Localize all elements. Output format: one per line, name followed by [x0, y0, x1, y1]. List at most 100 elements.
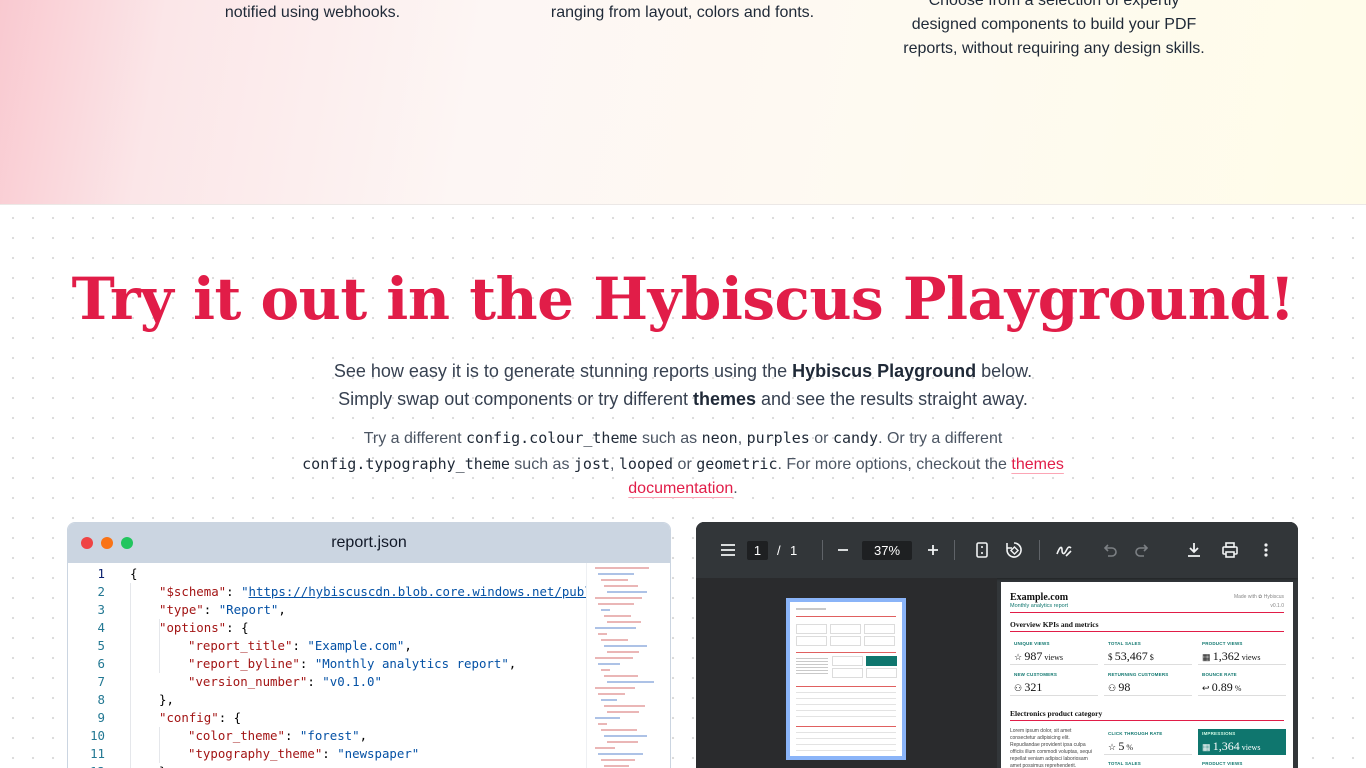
feature-components-text: Choose from a selection of expertly desi…: [903, 0, 1205, 57]
code-editor[interactable]: 1{2 "$schema": "https://hybiscuscdn.blob.…: [68, 563, 670, 768]
code-line[interactable]: 1{: [68, 565, 588, 583]
kpi-icon: ☆: [1014, 652, 1025, 662]
line-number: 2: [97, 584, 105, 599]
redo-icon[interactable]: [1132, 540, 1152, 560]
subtitle-text: See how easy it is to generate stunning …: [333, 361, 793, 381]
page-total: 1: [790, 543, 798, 558]
page-number-input[interactable]: 1: [747, 541, 768, 560]
code-line[interactable]: 7 "version_number": "v0.1.0": [68, 673, 588, 691]
minimap-line: [601, 609, 610, 611]
pdf-kpi-card: NEW CUSTOMERS ⚇ 321: [1010, 670, 1098, 696]
page-thumbnail[interactable]: [786, 598, 906, 760]
kpi-label: RETURNING CUSTOMERS: [1108, 672, 1169, 677]
annotate-icon[interactable]: [1054, 540, 1074, 560]
thumb-kpi-highlight: [866, 656, 897, 666]
playground-subtitle-1: See how easy it is to generate stunning …: [0, 357, 1366, 385]
thumb-kpi: [832, 656, 863, 666]
thumb-text: [796, 664, 828, 665]
subtitle-text: Simply swap out components or try differ…: [338, 389, 693, 409]
thumb-kpi: [796, 624, 827, 634]
rotate-icon[interactable]: [1004, 540, 1024, 560]
code-line[interactable]: 4 "options": {: [68, 619, 588, 637]
minimap-line: [604, 765, 630, 767]
pdf-kpi-card: TOTAL SALES: [1104, 759, 1192, 768]
kpi-number: 1,364: [1212, 739, 1240, 753]
code-line[interactable]: 3 "type": "Report",: [68, 601, 588, 619]
tip-text: . For more options, checkout the: [777, 455, 1012, 473]
code-text: "report_byline": "Monthly analytics repo…: [188, 656, 517, 671]
plus-icon[interactable]: [923, 540, 943, 560]
print-icon[interactable]: [1220, 540, 1240, 560]
code-line[interactable]: 8},: [68, 691, 588, 709]
thumb-rule: [796, 726, 896, 727]
kpi-value: ▦ 1,364 views: [1202, 739, 1260, 754]
code-text: "color_theme": "forest",: [188, 728, 368, 743]
kpi-unit: views: [1239, 653, 1261, 662]
pdf-kpi-card: PRODUCT VIEWS ▦ 1,362 views: [1198, 639, 1286, 665]
fit-page-icon[interactable]: [972, 540, 992, 560]
more-vert-icon[interactable]: [1256, 540, 1276, 560]
thumb-kpi: [866, 668, 897, 678]
thumb-text: [796, 658, 828, 659]
minimap-line: [604, 675, 639, 677]
code-line[interactable]: 11 "typography_theme": "newspaper": [68, 745, 588, 763]
code-line[interactable]: 6 "report_byline": "Monthly analytics rep…: [68, 655, 588, 673]
kpi-unit: views: [1239, 743, 1261, 752]
pdf-made-with: Made with ✿ Hybiscus: [1233, 594, 1284, 600]
subtitle-text: below.: [976, 361, 1033, 381]
kpi-unit: %: [1124, 743, 1133, 752]
kpi-value: ⚇ 321: [1014, 680, 1042, 695]
code-line[interactable]: 10 "color_theme": "forest",: [68, 727, 588, 745]
pdf-kpi-card: UNIQUE VIEWS ☆ 987 views: [1010, 639, 1098, 665]
code-line[interactable]: 12},: [68, 763, 588, 768]
code-line[interactable]: 9 "config": {: [68, 709, 588, 727]
thumb-kpi: [830, 636, 861, 646]
tip-code: config.colour_theme: [465, 429, 638, 447]
kpi-label: PRODUCT VIEWS: [1202, 641, 1243, 646]
kpi-icon: ▦: [1202, 652, 1213, 662]
kpi-value: ⚇ 98: [1108, 680, 1130, 695]
pdf-kpi-card: CLICK THROUGH RATE ☆ 5 %: [1104, 729, 1192, 755]
feature-customisation-text: ranging from layout, colors and fonts.: [550, 4, 815, 21]
minimap-line: [598, 693, 625, 695]
thumb-table-row: [796, 692, 896, 693]
minimap-line: [604, 645, 648, 647]
line-number: 5: [97, 638, 105, 653]
kpi-value: ☆ 987 views: [1014, 649, 1063, 664]
zoom-level-input[interactable]: 37%: [862, 541, 912, 560]
code-text: "type": "Report",: [159, 602, 286, 617]
editor-minimap[interactable]: [586, 563, 670, 768]
toolbar-divider: [822, 540, 823, 560]
thumb-table-row: [796, 750, 896, 751]
thumb-table-row: [796, 698, 896, 699]
tip-text: such as: [637, 430, 702, 447]
thumb-table-row: [796, 744, 896, 745]
kpi-label: TOTAL SALES: [1108, 761, 1141, 766]
thumb-title: [796, 608, 826, 610]
kpi-value: $ 53,467 $: [1108, 649, 1154, 664]
download-icon[interactable]: [1184, 540, 1204, 560]
menu-icon[interactable]: [718, 540, 738, 560]
pdf-section-heading: Electronics product category: [1010, 709, 1103, 718]
kpi-label: UNIQUE VIEWS: [1014, 641, 1050, 646]
toolbar-divider: [954, 540, 955, 560]
tip-code: looped: [618, 454, 674, 473]
kpi-label: NEW CUSTOMERS: [1014, 672, 1058, 677]
code-text: "options": {: [159, 620, 249, 635]
pdf-kpi-card: BOUNCE RATE ↩ 0.89 %: [1198, 670, 1286, 696]
code-lines[interactable]: 1{2 "$schema": "https://hybiscuscdn.blob.…: [68, 563, 600, 768]
pdf-kpi-card: RETURNING CUSTOMERS ⚇ 98: [1104, 670, 1192, 696]
code-text: {: [130, 566, 138, 581]
minus-icon[interactable]: [833, 540, 853, 560]
minimap-line: [595, 687, 635, 689]
window-minimise-dot: [101, 537, 113, 549]
tip-text: or: [673, 455, 697, 473]
thumb-kpi: [796, 636, 827, 646]
minimap-line: [595, 627, 637, 629]
line-number: 1: [97, 566, 105, 581]
undo-icon[interactable]: [1100, 540, 1120, 560]
kpi-unit: $: [1147, 653, 1154, 662]
subtitle-text: and see the results straight away.: [756, 389, 1028, 409]
code-line[interactable]: 2 "$schema": "https://hybiscuscdn.blob.co…: [68, 583, 600, 601]
code-line[interactable]: 5 "report_title": "Example.com",: [68, 637, 588, 655]
